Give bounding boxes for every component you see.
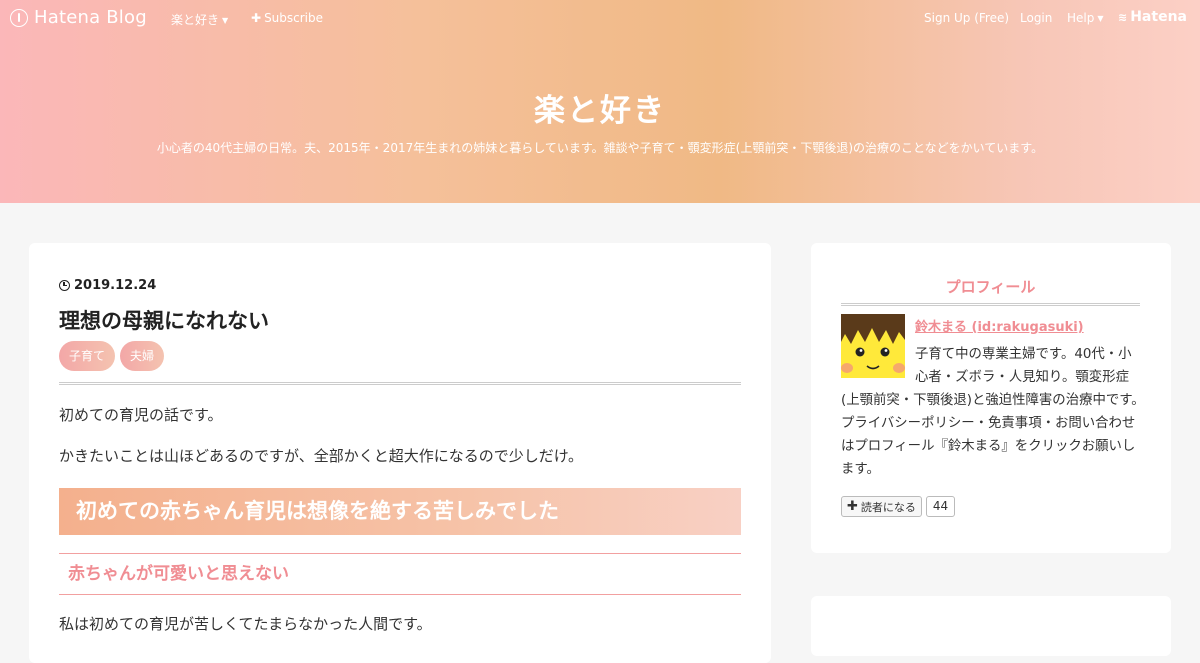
sidebar-module (811, 596, 1171, 656)
blog-menu-label: 楽と好き (171, 13, 220, 27)
bio-line: 子育て中の専業主婦です。40代・小 (915, 347, 1132, 362)
blog-title[interactable]: 楽と好き (0, 85, 1200, 130)
profile-heading: プロフィール (841, 276, 1140, 306)
clock-icon (59, 280, 70, 291)
author-link[interactable]: 鈴木まる (id:rakugasuki) (915, 316, 1084, 335)
brand-name: Hatena Blog (34, 7, 147, 28)
hatena-link[interactable]: ≋ Hatena (1118, 9, 1187, 25)
entry-paragraph: 初めての育児の話です。 (59, 406, 223, 424)
title-divider (59, 382, 741, 385)
plus-icon: ✚ (847, 499, 858, 514)
hatena-signal-icon: ≋ (1118, 11, 1128, 24)
section-heading: 初めての赤ちゃん育児は想像を絶する苦しみでした (59, 488, 741, 535)
hatena-blog-logo[interactable]: Hatena Blog (10, 7, 147, 28)
entry-article: 2019.12.24 理想の母親になれない 子育て 夫婦 初めての育児の話です。… (29, 243, 771, 663)
signup-link[interactable]: Sign Up (Free) (924, 11, 1009, 25)
category-tag[interactable]: 夫婦 (120, 341, 165, 371)
chevron-down-icon: ▼ (222, 16, 229, 25)
entry-date[interactable]: 2019.12.24 (59, 278, 156, 293)
blog-header: Hatena Blog 楽と好き ▼ ✚ Subscribe Sign Up (Fr… (0, 0, 1200, 203)
plus-icon: ✚ (251, 11, 262, 25)
login-link[interactable]: Login (1020, 11, 1052, 25)
entry-paragraph: かきたいことは山ほどあるのですが、全部かくと超大作になるので少しだけ。 (59, 447, 583, 465)
help-label: Help (1067, 11, 1095, 25)
bio-text: (上顎前突・下顎後退)と強迫性障害の治療中です。プライバシーポリシー・免責事項・… (841, 393, 1145, 477)
subscribe-label: Subscribe (264, 11, 324, 25)
chevron-down-icon: ▼ (1097, 14, 1104, 23)
blog-menu-dropdown[interactable]: 楽と好き ▼ (171, 11, 228, 28)
entry-date-text: 2019.12.24 (74, 278, 157, 293)
bio-line: 心者・ズボラ・人見知り。顎変形症 (915, 370, 1129, 385)
entry-categories: 子育て 夫婦 (59, 341, 165, 371)
entry-paragraph: 私は初めての育児が苦しくてたまらなかった人間です。 (59, 615, 432, 633)
profile-module: プロフィール 鈴木まる (id:rakugasuki) 子育て中の専業主婦です。… (811, 243, 1171, 553)
blog-description: 小心者の40代主婦の日常。夫、2015年・2017年生まれの姉妹と暮らしています… (156, 141, 1044, 155)
subscribe-button[interactable]: ✚ Subscribe (251, 11, 323, 25)
reader-count: 44 (925, 496, 956, 517)
subscribe-widget: ✚ 読者になる 44 (841, 496, 956, 517)
hatena-label: Hatena (1130, 9, 1187, 25)
global-navbar: Hatena Blog 楽と好き ▼ ✚ Subscribe Sign Up (Fr… (0, 0, 1200, 36)
subsection-heading: 赤ちゃんが可愛いと思えない (59, 553, 741, 595)
profile-bio: 子育て中の専業主婦です。40代・小 心者・ズボラ・人見知り。顎変形症 (上顎前突… (841, 343, 1145, 481)
become-reader-label: 読者になる (860, 500, 916, 514)
entry-title[interactable]: 理想の母親になれない (59, 305, 269, 335)
category-tag[interactable]: 子育て (59, 341, 116, 371)
become-reader-button[interactable]: ✚ 読者になる (841, 496, 922, 517)
help-dropdown[interactable]: Help ▼ (1067, 11, 1104, 25)
hatena-blog-logo-icon (10, 8, 28, 27)
